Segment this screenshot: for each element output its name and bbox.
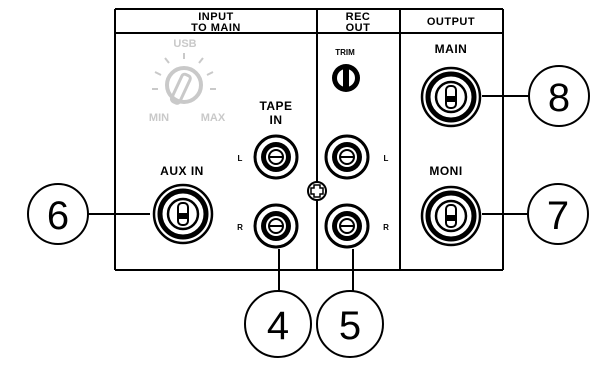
rec-out-right-jack[interactable]: [324, 203, 370, 249]
moni-output-jack[interactable]: [420, 185, 482, 247]
main-label: MAIN: [435, 42, 468, 56]
callout-5: 5: [316, 290, 384, 358]
callout-6: 6: [27, 183, 89, 245]
callout-8-number: 8: [548, 76, 570, 120]
callout-6-number: 6: [47, 194, 69, 238]
tape-in-right-label: R: [237, 223, 243, 232]
section-title-output: OUTPUT: [427, 16, 475, 28]
tape-in-right-jack[interactable]: [253, 203, 299, 249]
tape-in-left-jack[interactable]: [253, 134, 299, 180]
section-title-to-main: TO MAIN: [191, 22, 241, 34]
callout-4: 4: [244, 290, 312, 358]
usb-knob-max-label: MAX: [201, 112, 226, 124]
callout-8: 8: [528, 65, 590, 127]
moni-label: MONI: [429, 164, 462, 178]
rec-out-left-label: L: [384, 154, 389, 163]
callout-7-number: 7: [547, 194, 569, 238]
aux-in-label: AUX IN: [160, 164, 204, 178]
tape-in-left-label: L: [238, 154, 243, 163]
rec-out-right-label: R: [383, 223, 389, 232]
trim-label: TRIM: [335, 48, 355, 57]
main-output-jack[interactable]: [420, 66, 482, 128]
rec-out-left-jack[interactable]: [324, 134, 370, 180]
aux-in-jack[interactable]: [152, 183, 214, 245]
usb-knob-min-label: MIN: [149, 112, 169, 124]
panel-screw-icon: [307, 181, 327, 201]
usb-level-knob[interactable]: USB MIN MAX: [149, 38, 226, 124]
trim-knob[interactable]: [332, 64, 360, 92]
section-title-out: OUT: [346, 22, 371, 34]
callout-4-number: 4: [267, 304, 289, 348]
usb-knob-scale-ticks: [152, 53, 216, 90]
callout-7: 7: [527, 183, 589, 245]
callout-5-number: 5: [339, 304, 361, 348]
rear-panel-diagram: INPUT TO MAIN REC OUT OUTPUT USB MIN MAX…: [27, 8, 590, 358]
usb-knob-label: USB: [173, 38, 196, 50]
tape-in-label-line2: IN: [270, 113, 283, 127]
tape-in-label-line1: TAPE: [259, 99, 292, 113]
